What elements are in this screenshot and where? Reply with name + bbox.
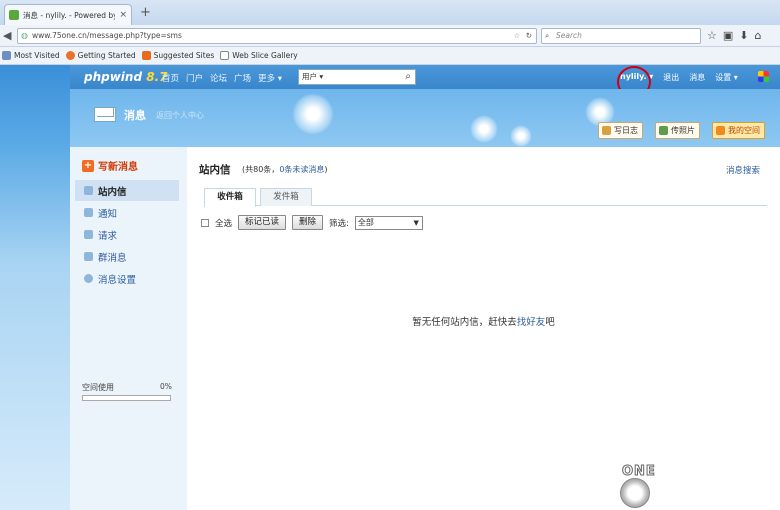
group-icon <box>84 252 93 261</box>
search-icon[interactable]: ⌕ <box>405 70 411 84</box>
house-icon <box>716 126 725 135</box>
banner-title: 消息 <box>124 109 146 122</box>
clipboard-icon[interactable]: ▣ <box>723 29 733 42</box>
space-usage-bar <box>82 395 171 401</box>
folder-icon <box>2 51 11 60</box>
nav-forum[interactable]: 论坛 <box>210 72 227 84</box>
watermark-brand: ONE <box>622 464 656 480</box>
back-arrow-icon[interactable]: ◀ <box>3 29 17 43</box>
page-body: phpwind 8.7 首页 门户 论坛 广场 更多 ▾ 用户 ▾ ⌕ nyli… <box>0 65 780 510</box>
star-icon[interactable]: ☆ <box>707 29 717 42</box>
logout-link[interactable]: 退出 <box>663 72 679 83</box>
browser-navbar: ◀ ◍ www.75one.cn/message.php?type=sms ☆ … <box>0 25 780 47</box>
space-usage-percent: 0% <box>160 382 172 391</box>
url-host: www.75one.cn <box>32 31 87 40</box>
mark-read-button[interactable]: 标记已读 <box>238 215 287 230</box>
envelope-icon <box>94 107 116 122</box>
nav-portal[interactable]: 门户 <box>186 72 203 84</box>
dandelion-decoration <box>292 93 334 135</box>
nav-home[interactable]: 首页 <box>162 72 179 84</box>
suggested-sites-icon <box>141 51 151 60</box>
browser-toolbar-icons: ☆ ▣ ⬇ ⌂ <box>707 29 761 42</box>
bookmark-getting-started[interactable]: Getting Started <box>65 51 136 60</box>
site-favicon-icon <box>9 10 19 20</box>
message-search-link[interactable]: 消息搜索 <box>726 164 760 176</box>
message-count: (共80条，0条未读消息) <box>242 165 328 174</box>
sidebar-item-inbox[interactable]: 站内信 <box>75 180 179 201</box>
mailbox-tabs: 收件箱 发件箱 <box>204 188 767 207</box>
site-nav-links: 首页 门户 论坛 广场 更多 ▾ <box>162 72 282 84</box>
new-tab-button[interactable]: + <box>140 5 151 20</box>
sidebar-item-message-settings[interactable]: 消息设置 <box>75 268 179 289</box>
web-slice-icon <box>220 51 230 60</box>
filter-label: 筛选: <box>329 218 349 229</box>
write-blog-button[interactable]: 写日志 <box>598 122 643 139</box>
browser-tab[interactable]: 消息 - nylily. - Powered by ... × <box>4 4 132 25</box>
site-watermark: ONE 壹号网站网 www.75one.cn <box>612 460 780 510</box>
sidebar-item-requests[interactable]: 请求 <box>75 224 179 245</box>
find-friends-link[interactable]: 找好友 <box>517 317 546 328</box>
main-content: 站内信 (共80条，0条未读消息) 消息搜索 收件箱 发件箱 全选 标记已读 删… <box>187 147 780 510</box>
nav-more[interactable]: 更多 ▾ <box>258 72 282 84</box>
space-usage-label: 空间使用 <box>82 383 114 392</box>
address-bar[interactable]: ◍ www.75one.cn/message.php?type=sms ☆ ↻ <box>17 28 537 44</box>
app-grid-icon[interactable] <box>758 71 769 82</box>
bookmark-web-slice[interactable]: Web Slice Gallery <box>220 51 298 60</box>
download-icon[interactable]: ⬇ <box>739 29 748 42</box>
pen-icon <box>84 208 93 217</box>
pencil-icon <box>602 126 611 135</box>
watermark-cn: 壹号网站网 <box>667 472 728 486</box>
sidebar-item-group-messages[interactable]: 群消息 <box>75 246 179 267</box>
select-all-checkbox[interactable] <box>201 218 209 227</box>
messages-link[interactable]: 消息 <box>689 72 705 83</box>
delete-button[interactable]: 删除 <box>292 215 324 230</box>
user-search-select[interactable]: 用户 ▾ ⌕ <box>298 69 416 85</box>
browser-tabbar: 消息 - nylily. - Powered by ... × + <box>0 0 780 25</box>
reload-icon[interactable]: ↻ <box>526 29 532 43</box>
photo-icon <box>659 126 668 135</box>
home-icon[interactable]: ⌂ <box>755 29 762 42</box>
dandelion-decoration <box>510 125 532 147</box>
sidebar-item-notices[interactable]: 通知 <box>75 202 179 223</box>
bookmark-star-icon[interactable]: ☆ <box>514 29 520 43</box>
empty-message: 暂无任何站内信，赶快去找好友吧 <box>412 317 555 328</box>
nav-square[interactable]: 广场 <box>234 72 251 84</box>
plus-icon: + <box>82 159 94 172</box>
compose-message-button[interactable]: + 写新消息 <box>82 158 138 173</box>
sidebar: + 写新消息 站内信 通知 请求 群消息 消息设置 空间使用 0% <box>70 147 187 510</box>
my-space-button[interactable]: 我的空间 <box>712 122 765 139</box>
search-placeholder: Search <box>556 31 582 40</box>
globe-logo-icon <box>620 478 650 508</box>
back-to-center-link[interactable]: 返回个人中心 <box>156 110 204 121</box>
close-tab-icon[interactable]: × <box>119 10 127 20</box>
firefox-icon <box>65 51 75 60</box>
site-logo[interactable]: phpwind 8.7 <box>84 70 168 84</box>
request-icon <box>84 230 93 239</box>
filter-select[interactable]: 全部 ▼ <box>354 215 423 230</box>
tab-title: 消息 - nylily. - Powered by ... <box>23 10 116 20</box>
select-all-label: 全选 <box>215 218 233 229</box>
upload-photo-button[interactable]: 传照片 <box>655 122 700 139</box>
bookmark-most-visited[interactable]: Most Visited <box>2 51 60 60</box>
message-toolbar: 全选 标记已读 删除 筛选: 全部 ▼ <box>201 215 423 230</box>
site-top-nav: phpwind 8.7 首页 门户 论坛 广场 更多 ▾ 用户 ▾ ⌕ nyli… <box>70 65 780 89</box>
globe-icon: ◍ <box>21 31 28 40</box>
tab-outbox[interactable]: 发件箱 <box>260 188 312 206</box>
bookmarks-bar: Most Visited Getting Started Suggested S… <box>0 47 780 65</box>
page-title: 站内信 <box>199 164 231 176</box>
tab-inbox[interactable]: 收件箱 <box>204 188 256 207</box>
envelope-icon <box>84 186 93 195</box>
dandelion-decoration <box>470 115 498 143</box>
search-input[interactable]: ⌕ Search <box>541 28 701 44</box>
search-icon: ⌕ <box>545 31 550 40</box>
bookmark-suggested-sites[interactable]: Suggested Sites <box>141 51 214 60</box>
watermark-url: www.75one.cn <box>660 489 743 500</box>
gear-icon <box>84 274 93 283</box>
settings-link[interactable]: 设置 ▾ <box>715 72 738 83</box>
unread-link[interactable]: 0条未读消息 <box>279 165 324 174</box>
chevron-down-icon: ▼ <box>413 218 419 227</box>
url-path: /message.php?type=sms <box>86 31 182 40</box>
page-banner: 消息 返回个人中心 写日志 传照片 我的空间 <box>70 89 780 147</box>
